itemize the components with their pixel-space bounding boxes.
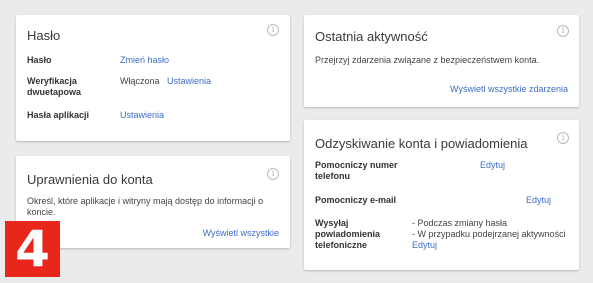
account-permissions-description: Określ, które aplikacje i witryny mają d… [27,196,264,217]
info-icon[interactable]: i [267,168,279,180]
info-icon[interactable]: i [557,25,569,37]
app-passwords-settings-link[interactable]: Ustawienia [120,110,164,121]
two-step-verification-label: Weryfikacja dwuetapowa [27,76,82,97]
account-permissions-title: Uprawnienia do konta [27,172,153,187]
info-icon[interactable]: i [557,132,569,144]
phone-notifications-label: Wysyłaj powiadomienia telefoniczne [315,218,381,250]
step-number-badge: 4 [5,221,60,277]
recent-activity-card: Ostatnia aktywność i Przejrzyj zdarzenia… [304,15,579,107]
recovery-email-label: Pomocniczy e-mail [315,195,397,205]
password-card: Hasło i Hasło Zmień hasło Weryfikacja dw… [16,15,290,141]
change-password-link[interactable]: Zmień hasło [120,55,169,66]
two-step-verification-settings-link[interactable]: Ustawienia [167,76,211,87]
recovery-phone-label: Pomocniczy numer telefonu [315,160,398,181]
notification-option-suspicious-activity: - W przypadku podejrzanej aktywności [412,229,566,239]
edit-recovery-email-link[interactable]: Edytuj [526,195,551,206]
account-recovery-card: Odzyskiwanie konta i powiadomienia i Pom… [304,120,579,270]
notification-option-password-change: - Podczas zmiany hasła [412,218,508,228]
edit-recovery-phone-link[interactable]: Edytuj [480,160,505,171]
recent-activity-title: Ostatnia aktywność [315,29,428,44]
recent-activity-description: Przejrzyj zdarzenia związane z bezpiecze… [315,55,540,65]
password-label: Hasło [27,55,52,65]
app-passwords-label: Hasła aplikacji [27,110,90,120]
view-all-permissions-link[interactable]: Wyświetl wszystkie [203,228,279,239]
view-all-events-link[interactable]: Wyświetl wszystkie zdarzenia [450,84,568,95]
info-icon[interactable]: i [267,24,279,36]
account-recovery-title: Odzyskiwanie konta i powiadomienia [315,136,528,151]
password-card-title: Hasło [27,28,61,43]
edit-phone-notifications-link[interactable]: Edytuj [412,240,437,251]
two-step-verification-status: Włączona [120,76,160,86]
